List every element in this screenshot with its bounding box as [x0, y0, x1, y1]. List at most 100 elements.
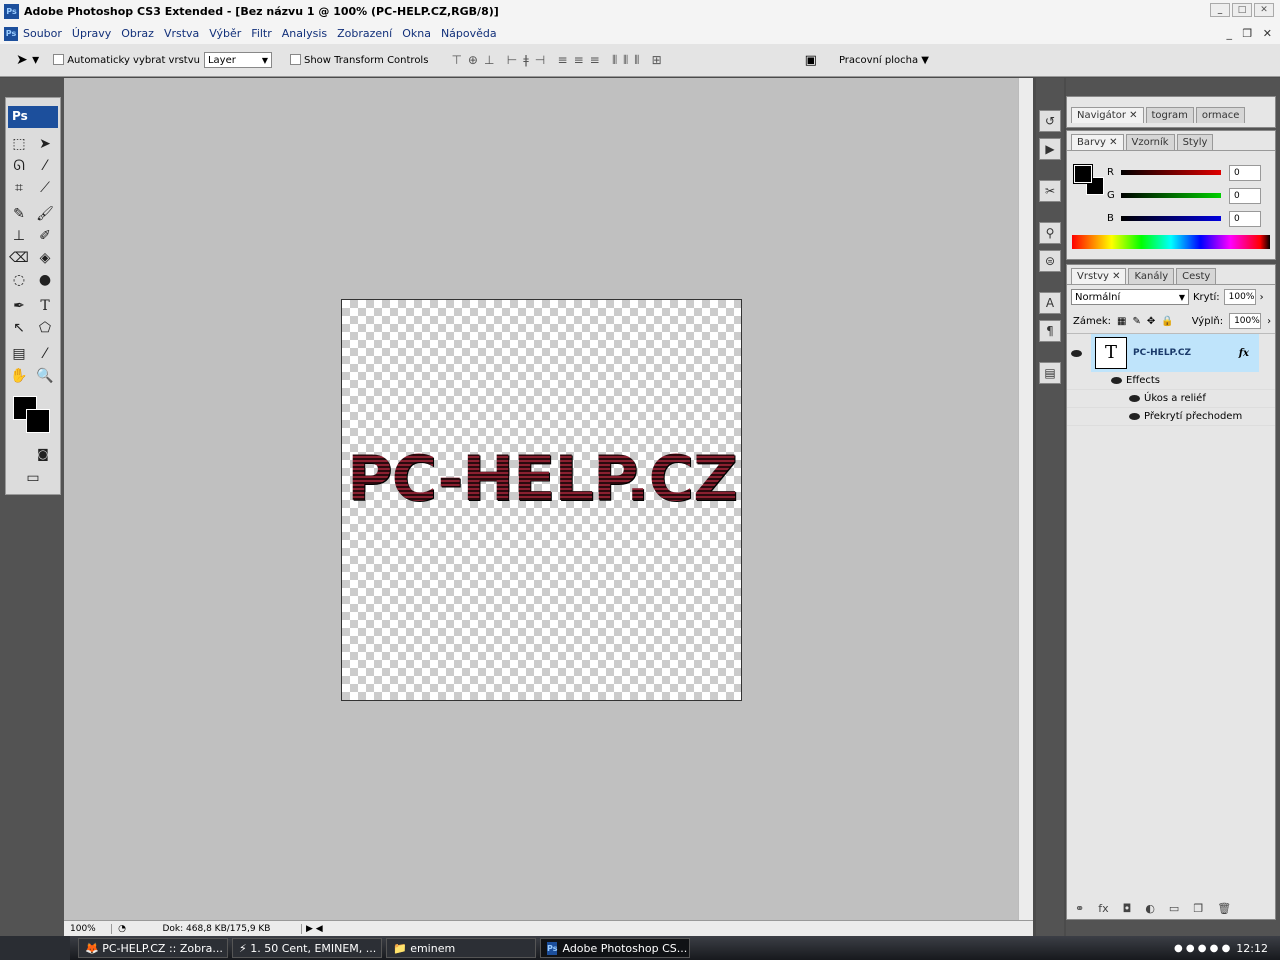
background-color-swatch[interactable] [26, 409, 50, 433]
tool-presets-icon[interactable]: ✂ [1039, 180, 1061, 202]
pen-tool-icon[interactable]: ✒ [8, 296, 30, 316]
task-folder[interactable]: 📁 eminem [386, 938, 536, 958]
opacity-arrow[interactable]: › [1260, 292, 1264, 303]
move-tool-preset-icon[interactable]: ➤ ▾ [16, 52, 39, 68]
zoom-level[interactable]: 100% [64, 923, 112, 934]
zoom-tool-icon[interactable]: 🔍 [34, 366, 56, 386]
delete-layer-icon[interactable]: 🗑 [1217, 902, 1231, 915]
close-button[interactable]: ✕ [1254, 3, 1274, 17]
path-selection-icon[interactable]: ↖ [8, 318, 30, 338]
document-canvas[interactable]: PC-HELP.CZ [341, 299, 742, 701]
tab-navigator[interactable]: Navigátor ✕ [1071, 107, 1144, 123]
blur-tool-icon[interactable]: ◌ [8, 270, 30, 290]
screen-mode-icon[interactable]: ▭ [22, 468, 44, 488]
menu-vyber[interactable]: Výběr [209, 27, 241, 40]
magic-wand-icon[interactable]: ⁄ [34, 156, 56, 176]
paint-bucket-icon[interactable]: ◈ [34, 248, 56, 268]
task-player[interactable]: ⚡ 1. 50 Cent, EMINEM, ... [232, 938, 382, 958]
type-tool-icon[interactable]: T [34, 296, 56, 316]
notes-tool-icon[interactable]: ▤ [8, 344, 30, 364]
task-firefox[interactable]: 🦊 PC-HELP.CZ :: Zobra... [78, 938, 228, 958]
healing-brush-icon[interactable]: ✎ [8, 204, 30, 224]
quick-mask-icon[interactable]: ◙ [32, 444, 54, 464]
menu-zobrazeni[interactable]: Zobrazení [337, 27, 392, 40]
layer-fx-icon[interactable]: fx [1239, 348, 1249, 359]
workspace-button[interactable]: Pracovní plocha ▼ [839, 55, 929, 66]
minimize-button[interactable]: _ [1210, 3, 1230, 17]
lasso-tool-icon[interactable]: ᘏ [8, 156, 30, 176]
history-panel-icon[interactable]: ↺ [1039, 110, 1061, 132]
layer-name[interactable]: PC-HELP.CZ [1133, 348, 1191, 358]
color-fg-swatch[interactable] [1073, 164, 1093, 184]
tab-swatches[interactable]: Vzorník [1125, 134, 1175, 150]
tab-info[interactable]: ormace [1195, 107, 1246, 123]
crop-tool-icon[interactable]: ⌗ [8, 178, 30, 198]
eraser-tool-icon[interactable]: ⌫ [8, 248, 30, 268]
menu-okna[interactable]: Okna [402, 27, 431, 40]
vertical-scrollbar[interactable] [1018, 78, 1033, 920]
tab-layers[interactable]: Vrstvy ✕ [1071, 268, 1127, 284]
layer-comps-icon[interactable]: ▤ [1039, 362, 1061, 384]
actions-panel-icon[interactable]: ▶ [1039, 138, 1061, 160]
menu-napoveda[interactable]: Nápověda [441, 27, 497, 40]
green-slider[interactable] [1121, 193, 1221, 198]
document-window-controls[interactable]: _ ❐ ✕ [1226, 27, 1272, 40]
eyedropper-icon[interactable]: ⁄ [34, 344, 56, 364]
menu-vrstva[interactable]: Vrstva [164, 27, 199, 40]
tab-paths[interactable]: Cesty [1176, 268, 1217, 284]
effect-gradient-overlay-row[interactable]: Překrytí přechodem [1067, 408, 1275, 426]
hand-tool-icon[interactable]: ✋ [8, 366, 30, 386]
dodge-tool-icon[interactable]: ● [34, 270, 56, 290]
color-spectrum-ramp[interactable] [1072, 235, 1270, 249]
new-group-icon[interactable]: ▭ [1169, 902, 1179, 915]
blue-value[interactable]: 0 [1229, 210, 1261, 227]
new-layer-icon[interactable]: ❐ [1193, 902, 1203, 915]
layer-visibility-eye-icon[interactable] [1071, 349, 1082, 357]
marquee-tool-icon[interactable]: ⬚ [8, 134, 30, 154]
tab-color[interactable]: Barvy ✕ [1071, 134, 1124, 150]
history-brush-icon[interactable]: ✐ [34, 226, 56, 246]
green-value[interactable]: 0 [1229, 187, 1261, 204]
red-value[interactable]: 0 [1229, 164, 1261, 181]
move-tool-icon[interactable]: ➤ [34, 134, 56, 154]
task-photoshop[interactable]: Ps Adobe Photoshop CS... [540, 938, 690, 958]
tab-styles[interactable]: Styly [1176, 134, 1214, 150]
brush-tool-icon[interactable]: 🖌 [34, 204, 56, 224]
opacity-input[interactable]: 100% [1223, 289, 1256, 305]
link-layers-icon[interactable]: ⚭ [1075, 902, 1084, 915]
lock-transparency-icon[interactable]: ▦ [1117, 316, 1126, 327]
auto-select-checkbox[interactable] [53, 54, 67, 66]
effects-row[interactable]: Effects [1067, 372, 1275, 390]
bridge-icon[interactable]: ▣ [805, 53, 817, 68]
adjustment-layer-icon[interactable]: ◐ [1145, 902, 1155, 915]
start-button[interactable] [0, 936, 70, 960]
shape-tool-icon[interactable]: ⬠ [34, 318, 56, 338]
align-buttons[interactable]: ⊤ ⊕ ⊥ ⊢ ǂ ⊣ ≡ ≡ ≡ ⫴ ⫴ ⫴ ⊞ [448, 53, 664, 68]
lock-position-icon[interactable]: ✥ [1147, 316, 1155, 327]
lock-pixels-icon[interactable]: ✎ [1133, 316, 1141, 327]
fill-input[interactable]: 100% [1229, 313, 1262, 329]
document-icon[interactable]: Ps [4, 26, 18, 41]
menu-obraz[interactable]: Obraz [121, 27, 154, 40]
transform-controls-checkbox[interactable] [289, 54, 304, 66]
add-style-icon[interactable]: fx [1098, 902, 1108, 915]
menu-filtr[interactable]: Filtr [251, 27, 271, 40]
add-mask-icon[interactable]: ◘ [1123, 902, 1132, 915]
brushes-panel-icon[interactable]: ⚲ [1039, 222, 1061, 244]
fill-arrow[interactable]: › [1267, 316, 1271, 327]
clone-source-icon[interactable]: ⊜ [1039, 250, 1061, 272]
tab-histogram[interactable]: togram [1145, 107, 1194, 123]
blue-slider[interactable] [1121, 216, 1221, 221]
maximize-button[interactable]: □ [1232, 3, 1252, 17]
character-panel-icon[interactable]: A [1039, 292, 1061, 314]
menu-analysis[interactable]: Analysis [282, 27, 327, 40]
status-menu-arrow[interactable]: ▶ ◀ [306, 924, 323, 934]
auto-select-dropdown[interactable]: Layer ▼ [203, 52, 272, 68]
tray-icons[interactable]: ● ● ● ● ● [1174, 943, 1230, 954]
lock-all-icon[interactable]: 🔒 [1161, 316, 1173, 327]
slice-tool-icon[interactable]: ⟋ [34, 178, 56, 198]
layer-row[interactable]: T PC-HELP.CZ fx [1071, 334, 1259, 372]
clone-stamp-icon[interactable]: ⊥ [8, 226, 30, 246]
blend-mode-dropdown[interactable]: Normální ▼ [1071, 289, 1189, 305]
menu-upravy[interactable]: Úpravy [72, 27, 111, 40]
